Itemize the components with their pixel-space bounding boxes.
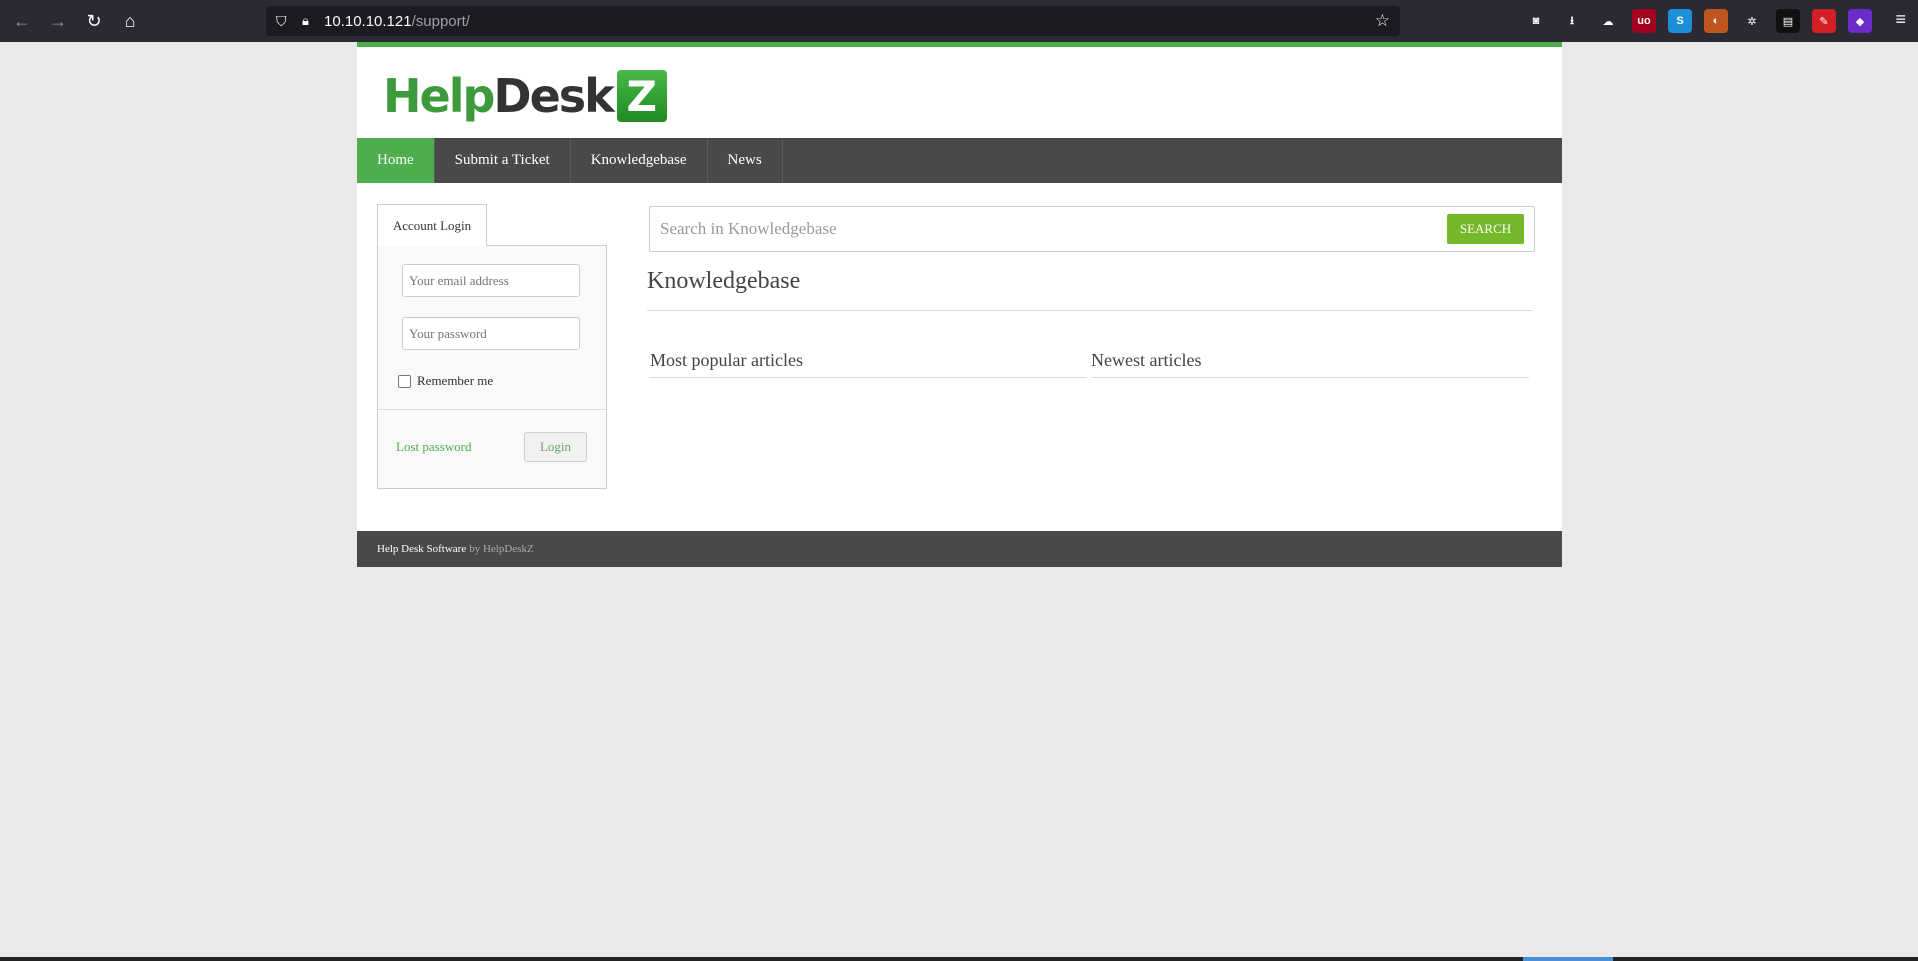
arrow-left-icon: ← <box>13 10 31 31</box>
forward-button[interactable]: → <box>40 3 76 39</box>
login-button[interactable]: Login <box>524 432 587 462</box>
kb-search-box: Search in Knowledgebase SEARCH <box>649 206 1535 252</box>
terminal-icon[interactable]: ▤ <box>1776 9 1800 33</box>
nav-home[interactable]: Home <box>357 138 435 183</box>
lock-icon[interactable]: 🔒︎ <box>302 13 324 29</box>
reload-icon: ↻ <box>86 10 102 31</box>
back-button[interactable]: ← <box>4 3 40 39</box>
home-icon: ⌂ <box>124 10 136 31</box>
url-host: 10.10.10.121 <box>324 12 412 30</box>
footer: Help Desk Software by HelpDeskZ <box>357 531 1562 567</box>
pen-icon[interactable]: ✎ <box>1812 9 1836 33</box>
remember-me[interactable]: Remember me <box>398 373 493 389</box>
email-field[interactable] <box>402 264 580 297</box>
nav-knowledgebase[interactable]: Knowledgebase <box>571 138 708 183</box>
login-panel: Remember me Lost password Login <box>377 245 607 489</box>
page-title: Knowledgebase <box>647 268 801 294</box>
hamburger-menu-icon[interactable]: ≡ <box>1895 9 1906 30</box>
cookie-icon[interactable]: ◐ <box>1704 9 1728 33</box>
download-icon[interactable]: ⭳ <box>1560 9 1584 33</box>
bottom-strip-accent <box>1523 957 1613 961</box>
footer-software-link[interactable]: Help Desk Software <box>377 543 466 555</box>
nav-submit-ticket[interactable]: Submit a Ticket <box>435 138 571 183</box>
cloud-icon[interactable]: ☁ <box>1596 9 1620 33</box>
gem-icon[interactable]: ◆ <box>1848 9 1872 33</box>
logo-help-text: Help <box>383 69 495 123</box>
lost-password-link[interactable]: Lost password <box>396 439 471 455</box>
popular-articles-heading: Most popular articles <box>650 350 803 370</box>
login-divider <box>378 409 606 410</box>
ublock-icon[interactable]: uo <box>1632 9 1656 33</box>
arrow-right-icon: → <box>49 10 67 31</box>
kb-search-input[interactable]: Search in Knowledgebase <box>660 219 837 239</box>
footer-by-text: by HelpDeskZ <box>469 543 534 555</box>
popular-divider <box>649 377 1087 378</box>
title-divider <box>647 310 1533 311</box>
nav-news[interactable]: News <box>708 138 783 183</box>
extension-toolbar: ◙ ⭳ ☁ uo S ◐ ✲ ▤ ✎ ◆ <box>1524 9 1872 33</box>
newest-divider <box>1091 377 1529 378</box>
settings-extension-icon[interactable]: ✲ <box>1740 9 1764 33</box>
main-nav: Home Submit a Ticket Knowledgebase News <box>357 138 1562 183</box>
account-login-tab[interactable]: Account Login <box>377 204 487 246</box>
remember-me-checkbox[interactable] <box>398 374 411 388</box>
helpdeskz-logo[interactable]: Help Desk Z <box>383 67 667 125</box>
reload-button[interactable]: ↻ <box>76 3 112 39</box>
url-path: /support/ <box>411 12 470 30</box>
s-extension-icon[interactable]: S <box>1668 9 1692 33</box>
bottom-strip <box>0 957 1918 961</box>
newest-articles-heading: Newest articles <box>1091 350 1202 370</box>
page-container: Help Desk Z Home Submit a Ticket Knowled… <box>357 42 1562 567</box>
password-field[interactable] <box>402 317 580 350</box>
address-bar[interactable]: ⛉ 🔒︎ 10.10.10.121/support/ ☆ <box>266 6 1400 36</box>
remember-me-label: Remember me <box>417 373 494 388</box>
shield-icon[interactable]: ⛉ <box>276 13 296 30</box>
search-button[interactable]: SEARCH <box>1447 214 1524 244</box>
logo-desk-text: Desk <box>493 69 614 123</box>
browser-toolbar: ← → ↻ ⌂ ⛉ 🔒︎ 10.10.10.121/support/ ☆ ◙ ⭳ ☁… <box>0 0 1918 42</box>
pocket-icon[interactable]: ◙ <box>1524 9 1548 33</box>
bookmark-star-icon[interactable]: ☆ <box>1375 11 1390 31</box>
logo-z-badge: Z <box>616 70 667 122</box>
home-button[interactable]: ⌂ <box>112 3 148 39</box>
